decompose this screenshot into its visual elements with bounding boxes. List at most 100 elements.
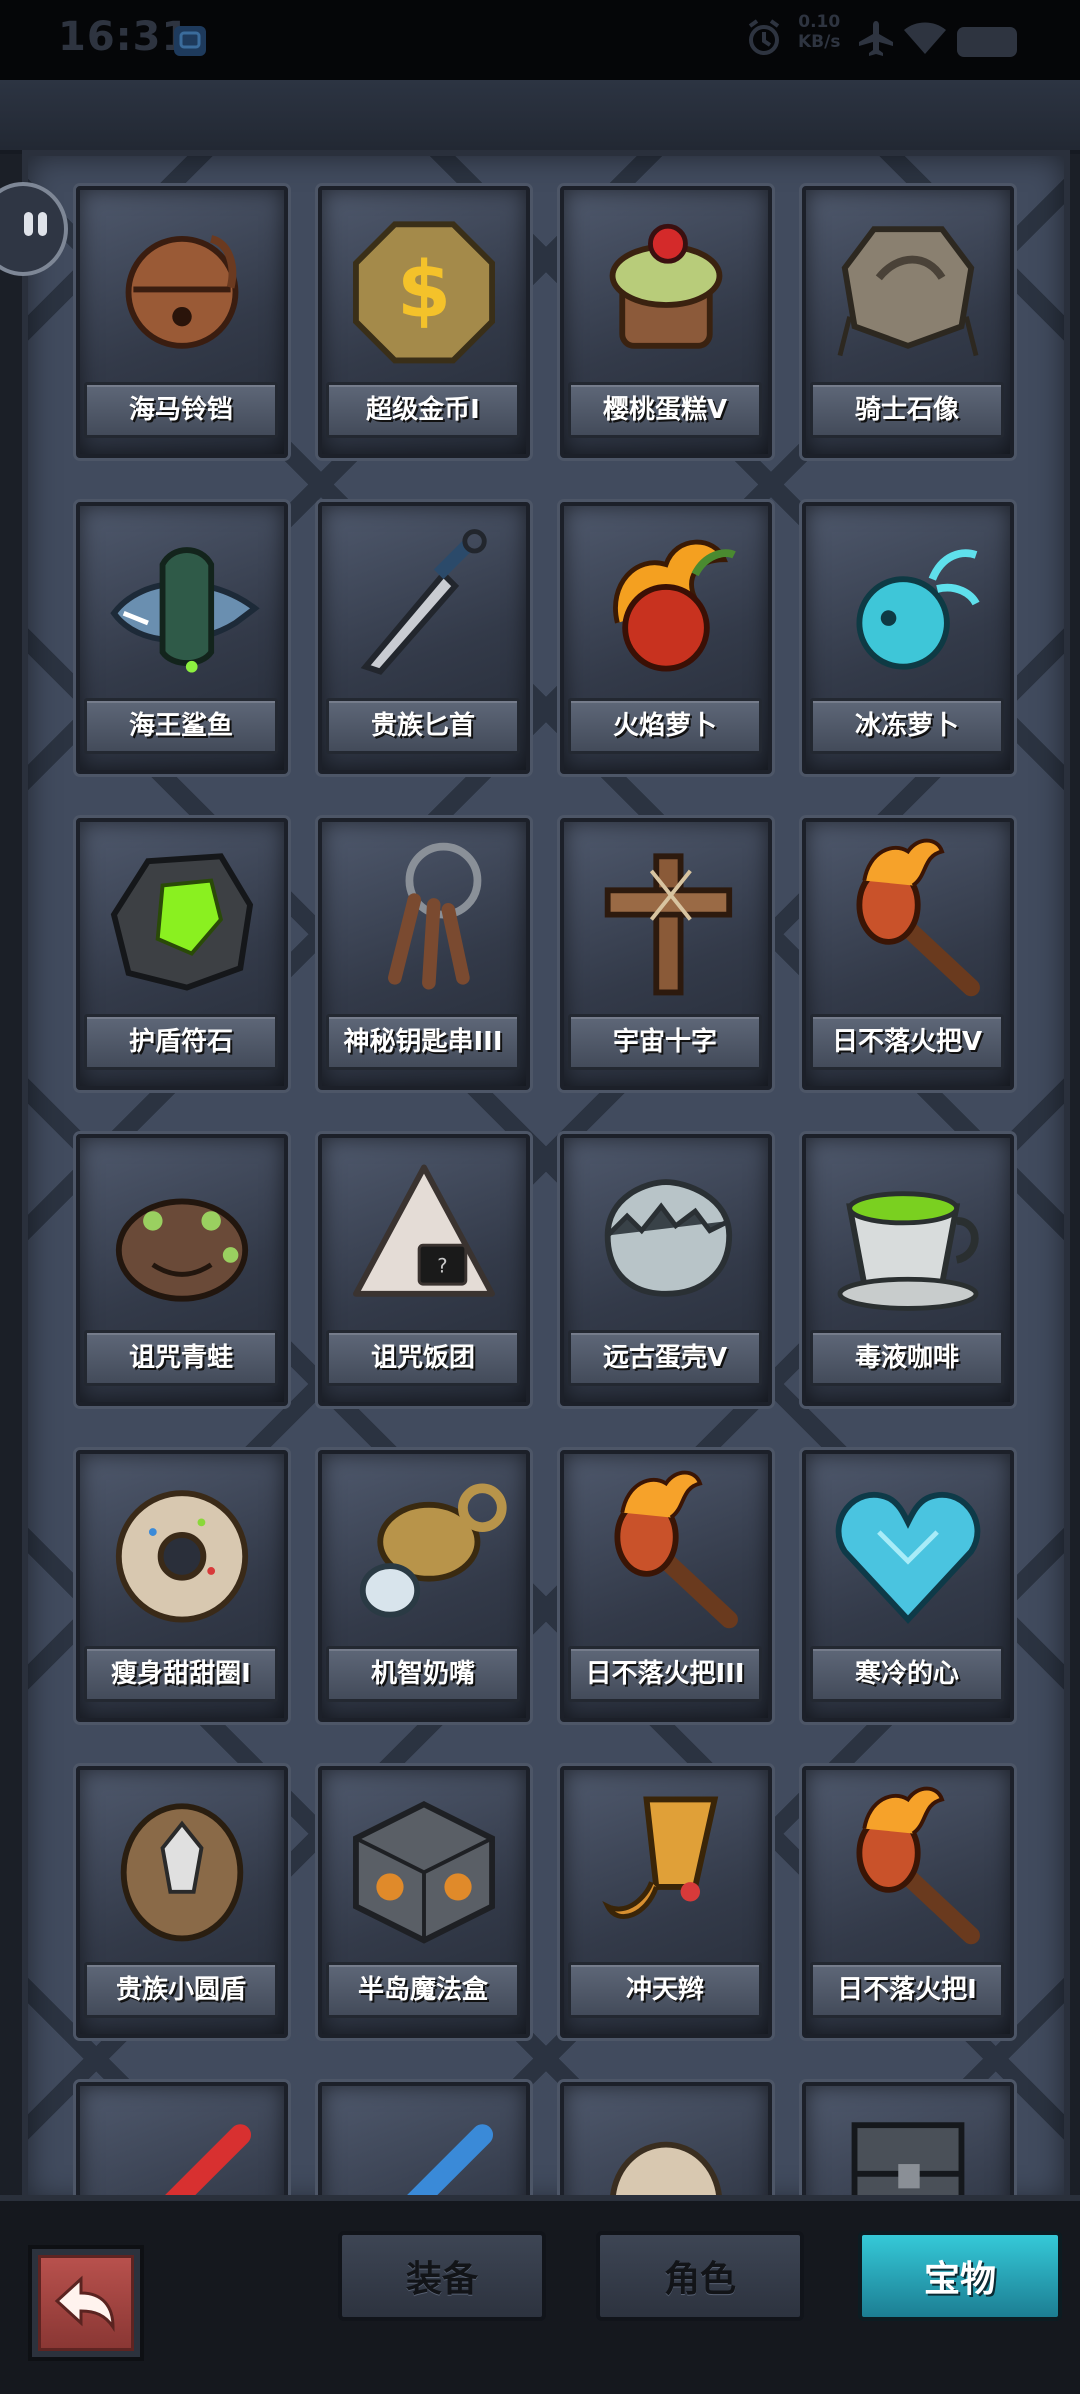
key-ring-icon [334,832,514,1007]
top-shelf [0,80,1080,154]
treasure-name: 日不落火把V [810,1014,1004,1070]
treasure-name: 半岛魔法盒 [326,1962,520,2018]
treasure-card[interactable]: 火焰萝卜 [560,502,772,774]
tab-treasure-label: 宝物 [923,2259,996,2300]
treasure-card[interactable]: 宇宙十字 [560,818,772,1090]
blue-sword-icon [334,2096,514,2201]
treasure-name: 宇宙十字 [568,1014,762,1070]
treasure-card[interactable]: 毒液咖啡 [802,1134,1014,1406]
donut-icon [92,1464,272,1639]
treasure-card[interactable]: 贵族小圆盾 [76,1766,288,2038]
treasure-card[interactable]: 樱桃蛋糕V [560,186,772,458]
tab-treasure[interactable]: 宝物 [858,2231,1062,2321]
treasure-card[interactable]: 海王鲨鱼 [76,502,288,774]
treasure-name: 贵族匕首 [326,698,520,754]
torch-icon [818,1780,998,1955]
ice-radish-icon [818,516,998,691]
treasure-card[interactable]: 日不落火把III [560,1450,772,1722]
treasure-name: 日不落火把I [810,1962,1004,2018]
round-shield-icon [92,1780,272,1955]
red-sword-icon [92,2096,272,2201]
bell-icon [92,200,272,375]
treasure-card[interactable]: 远古蛋壳V [560,1134,772,1406]
cherry-cake-icon [576,200,756,375]
treasure-name: 樱桃蛋糕V [568,382,762,438]
treasure-name: 诅咒青蛙 [84,1330,278,1386]
treasure-name: 机智奶嘴 [326,1646,520,1702]
treasure-name: 远古蛋壳V [568,1330,762,1386]
treasure-card[interactable]: 神秘钥匙串III [318,818,530,1090]
poison-coffee-icon [818,1148,998,1323]
treasure-card[interactable]: 瘦身甜甜圈I [76,1450,288,1722]
back-button[interactable] [28,2245,144,2361]
treasure-name: 冰冻萝卜 [810,698,1004,754]
treasure-name: 骑士石像 [810,382,1004,438]
treasure-name: 海马铃铛 [84,382,278,438]
treasure-name: 冲天辫 [568,1962,762,2018]
treasure-card[interactable]: 日不落火把I [802,1766,1014,2038]
treasure-card[interactable]: 日不落火把V [802,818,1014,1090]
tab-equipment-label: 装备 [405,2259,478,2300]
fire-radish-icon [576,516,756,691]
network-speed-unit: KB/s [798,32,841,52]
treasure-card[interactable] [560,2082,772,2201]
treasure-name: 火焰萝卜 [568,698,762,754]
stone-face-icon [576,2096,756,2201]
torch-icon [818,832,998,1007]
treasure-card[interactable]: 诅咒青蛙 [76,1134,288,1406]
svg-text:?: ? [437,1254,447,1277]
rice-ball-icon: ? [334,1148,514,1323]
treasure-name: 毒液咖啡 [810,1330,1004,1386]
treasure-name: 日不落火把III [568,1646,762,1702]
cursed-frog-icon [92,1148,272,1323]
treasure-card[interactable]: 护盾符石 [76,818,288,1090]
treasure-card[interactable] [802,2082,1014,2201]
treasure-card[interactable]: 冰冻萝卜 [802,502,1014,774]
treasure-card[interactable] [318,2082,530,2201]
treasure-card[interactable] [76,2082,288,2201]
app-icon [172,24,208,62]
magic-box-icon [334,1780,514,1955]
ice-heart-icon [818,1464,998,1639]
treasure-card[interactable]: $ 超级金币I [318,186,530,458]
tab-equipment[interactable]: 装备 [338,2231,546,2321]
return-arrow-icon [54,2275,115,2332]
treasure-name: 海王鲨鱼 [84,698,278,754]
pacifier-icon [334,1464,514,1639]
treasure-card[interactable]: ? 诅咒饭团 [318,1134,530,1406]
treasure-card[interactable]: 寒冷的心 [802,1450,1014,1722]
treasure-card[interactable]: 海马铃铛 [76,186,288,458]
pigtail-icon [576,1780,756,1955]
treasure-card[interactable]: 贵族匕首 [318,502,530,774]
treasure-card[interactable]: 半岛魔法盒 [318,1766,530,2038]
treasure-name: 寒冷的心 [810,1646,1004,1702]
tab-character-label: 角色 [663,2259,736,2300]
treasure-name: 瘦身甜甜圈I [84,1646,278,1702]
network-speed-value: 0.10 [798,12,841,32]
treasure-card[interactable]: 机智奶嘴 [318,1450,530,1722]
battery-icon [956,26,1020,62]
stone-statue-icon [818,200,998,375]
treasure-card[interactable]: 骑士石像 [802,186,1014,458]
treasure-board[interactable]: 海马铃铛 $ 超级金币I 樱桃蛋糕V 骑士石像海王鲨鱼 贵族匕首 火焰萝卜 冰冻萝卜护盾符石神… [22,150,1070,2201]
shield-rune-icon [92,832,272,1007]
gold-coin-icon: $ [334,200,514,375]
wifi-icon [902,18,948,62]
status-bar: 16:31 0.10 KB/s [0,0,1080,80]
treasure-card[interactable]: 冲天辫 [560,1766,772,2038]
alarm-icon [744,18,784,62]
shark-icon [92,516,272,691]
status-time: 16:31 [58,14,191,60]
treasure-name: 诅咒饭团 [326,1330,520,1386]
torch-icon [576,1464,756,1639]
tab-character[interactable]: 角色 [596,2231,804,2321]
treasure-name: 神秘钥匙串III [326,1014,520,1070]
wooden-cross-icon [576,832,756,1007]
airplane-icon [856,18,896,62]
treasure-name: 超级金币I [326,382,520,438]
eggshell-icon [576,1148,756,1323]
svg-text:$: $ [397,246,451,336]
treasure-name: 贵族小圆盾 [84,1962,278,2018]
dagger-icon [334,516,514,691]
network-speed: 0.10 KB/s [798,12,840,52]
